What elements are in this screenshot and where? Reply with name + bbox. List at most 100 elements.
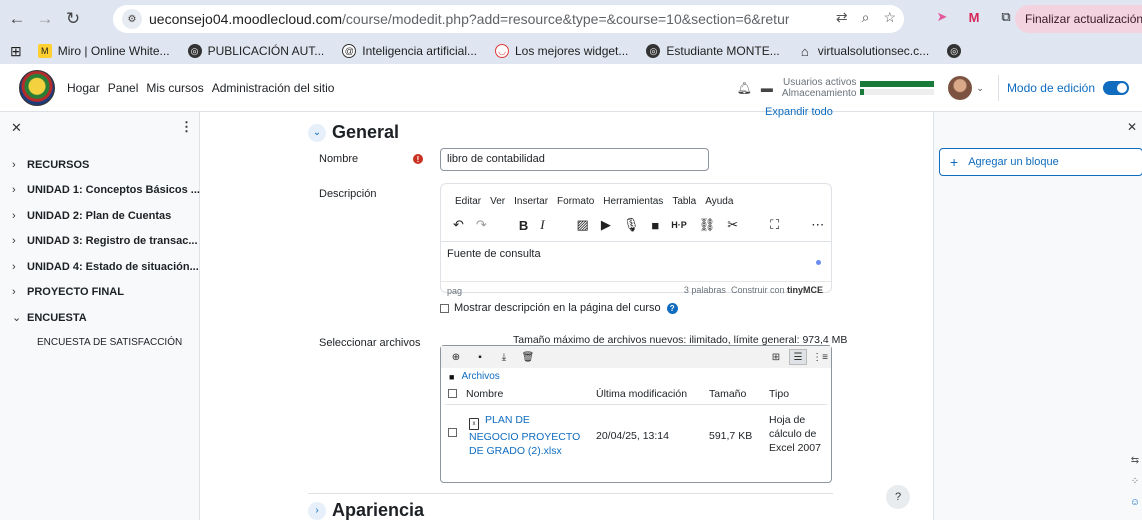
course-section-item[interactable]: › UNIDAD 2: Plan de Cuentas	[0, 203, 200, 229]
course-section-item[interactable]: › UNIDAD 1: Conceptos Básicos ...	[0, 178, 200, 204]
create-folder-icon[interactable]: ▪	[473, 350, 487, 364]
column-header[interactable]: Nombre	[466, 388, 503, 400]
undo-icon[interactable]: ↶	[453, 217, 464, 233]
video-icon[interactable]: ■	[651, 218, 659, 233]
column-header[interactable]: Última modificación	[596, 388, 687, 400]
editor-content-area[interactable]: Fuente de consulta	[441, 241, 831, 281]
add-block-button[interactable]: + Agregar un bloque	[939, 148, 1142, 176]
folder-icon: ■	[449, 371, 455, 382]
bookmark-miro[interactable]: M Miro | Online White...	[37, 44, 170, 58]
show-description-checkbox[interactable]	[440, 303, 449, 313]
bookmark-estudiante[interactable]: ◎ Estudiante MONTE...	[646, 44, 780, 58]
nav-link-dashboard[interactable]: Panel	[108, 81, 139, 95]
brand-prefix: Construir con	[730, 285, 785, 295]
chat-icon[interactable]: ▬	[761, 81, 773, 95]
extension-arrow-icon[interactable]: ➤	[932, 7, 952, 27]
translate-side-icon[interactable]: ⇆	[1131, 455, 1139, 466]
h5p-icon[interactable]: H·P	[671, 220, 687, 230]
nav-link-site-admin[interactable]: Administración del sitio	[212, 81, 335, 95]
view-icons-icon[interactable]: ⊞	[767, 349, 785, 365]
course-index-drawer: ✕ ⋮ › RECURSOS › UNIDAD 1: Conceptos Básic…	[0, 112, 200, 520]
column-header[interactable]: Tipo	[769, 388, 789, 400]
file-checkbox[interactable]	[448, 428, 457, 437]
general-section-header[interactable]: ⌄ General	[308, 122, 399, 143]
appearance-section-header[interactable]: › Apariencia	[308, 500, 424, 520]
course-section-item[interactable]: › UNIDAD 4: Estado de situación...	[0, 254, 200, 280]
table-divider	[445, 404, 827, 405]
bookmark-star-icon[interactable]: ☆	[883, 9, 896, 26]
file-name[interactable]: x PLAN DE NEGOCIO PROYECTO DE GRADO (2).x…	[469, 413, 599, 458]
view-details-icon[interactable]: ☰	[789, 349, 807, 365]
menu-help[interactable]: Ayuda	[705, 196, 733, 207]
bookmark-ia[interactable]: @ Inteligencia artificial...	[342, 44, 477, 58]
microphone-icon[interactable]: 🎙︎	[623, 217, 640, 233]
bold-icon[interactable]: B	[519, 218, 528, 233]
add-file-icon[interactable]: ⊕	[449, 350, 463, 364]
course-section-item[interactable]: › RECURSOS	[0, 152, 200, 178]
more-options-icon[interactable]: ⋮	[180, 119, 193, 135]
course-section-item[interactable]: › PROYECTO FINAL	[0, 280, 200, 306]
help-icon[interactable]: ?	[666, 302, 678, 314]
expand-all-link[interactable]: Expandir todo	[765, 106, 833, 118]
bookmark-publicacion[interactable]: ◎ PUBLICACIÓN AUT...	[187, 44, 324, 58]
link-icon[interactable]: ⛓	[699, 217, 716, 233]
download-icon[interactable]: ⤓	[497, 350, 511, 364]
edit-mode-toggle[interactable]	[1103, 81, 1129, 95]
help-button[interactable]: ?	[886, 485, 910, 509]
bookmark-globe-only[interactable]: ◎	[947, 44, 967, 58]
reload-icon[interactable]: ↻	[62, 8, 84, 30]
forward-icon[interactable]: →	[34, 8, 56, 30]
image-icon[interactable]: ▨	[577, 217, 589, 233]
site-logo[interactable]	[19, 69, 55, 106]
fullscreen-icon[interactable]: ⛶	[770, 217, 779, 233]
site-info-icon[interactable]: ⚙	[122, 9, 142, 29]
course-section-item[interactable]: › UNIDAD 3: Registro de transac...	[0, 229, 200, 255]
more-icon[interactable]: ⋯	[811, 217, 824, 233]
chevron-down-icon[interactable]: ⌄	[976, 83, 984, 94]
globe-icon: ◎	[646, 44, 661, 58]
update-button[interactable]: Finalizar actualización	[1015, 5, 1142, 33]
menu-table[interactable]: Tabla	[672, 196, 696, 207]
files-folder-link[interactable]: Archivos	[461, 371, 499, 382]
course-section-item[interactable]: ⌄ ENCUESTA	[0, 305, 200, 331]
menu-tools[interactable]: Herramientas	[603, 196, 663, 207]
grammar-dot-icon[interactable]	[816, 260, 821, 265]
view-tree-icon[interactable]: ⋮≡	[811, 349, 829, 365]
user-avatar[interactable]	[948, 76, 973, 100]
grid-side-icon[interactable]: ⁘	[1131, 476, 1139, 487]
redo-icon[interactable]: ↷	[476, 217, 487, 233]
file-name-line: PLAN DE	[485, 414, 530, 426]
bookmark-widgets[interactable]: ◡ Los mejores widget...	[495, 44, 628, 58]
editor-path[interactable]: pag	[447, 286, 462, 296]
close-icon[interactable]: ✕	[1127, 120, 1137, 134]
tinymce-brand[interactable]: tinyMCE	[787, 285, 823, 295]
address-bar[interactable]: ⚙ ueconsejo04.moodlecloud.com/course/mod…	[113, 5, 904, 33]
nav-link-home[interactable]: Hogar	[67, 81, 100, 95]
media-icon[interactable]: ▶	[601, 217, 611, 233]
extension-m-icon[interactable]: M	[964, 7, 984, 27]
apps-grid-icon[interactable]: ⊞	[10, 43, 22, 60]
delete-icon[interactable]: 🗑︎	[521, 350, 535, 364]
zoom-icon[interactable]: ⌕	[862, 9, 870, 26]
assistant-icon[interactable]: ☺	[1130, 497, 1140, 508]
select-all-checkbox[interactable]	[448, 389, 457, 398]
menu-format[interactable]: Formato	[557, 196, 594, 207]
url-text[interactable]: ueconsejo04.moodlecloud.com/course/moded…	[149, 11, 789, 27]
nav-link-my-courses[interactable]: Mis cursos	[146, 81, 203, 95]
menu-view[interactable]: Ver	[490, 196, 505, 207]
extensions-puzzle-icon[interactable]: ⧉	[996, 7, 1016, 27]
usage-active-users-label: Usuarios activos	[783, 77, 857, 88]
menu-edit[interactable]: Editar	[455, 196, 481, 207]
close-icon[interactable]: ✕	[11, 120, 22, 136]
name-input[interactable]: libro de contabilidad	[440, 148, 709, 171]
back-icon[interactable]: ←	[6, 8, 28, 30]
section-label: RECURSOS	[27, 158, 90, 171]
menu-insert[interactable]: Insertar	[514, 196, 548, 207]
unlink-icon[interactable]: ✂	[727, 217, 738, 233]
italic-icon[interactable]: I	[540, 217, 544, 233]
activity-link[interactable]: ENCUESTA DE SATISFACCIÓN	[0, 337, 200, 348]
bookmark-virtualsolutions[interactable]: ⌂ virtualsolutionsec.c...	[798, 44, 929, 59]
translate-icon[interactable]: ⇄	[836, 9, 848, 26]
bell-icon[interactable]: 🔔︎	[737, 81, 752, 95]
column-header[interactable]: Tamaño	[709, 388, 746, 400]
